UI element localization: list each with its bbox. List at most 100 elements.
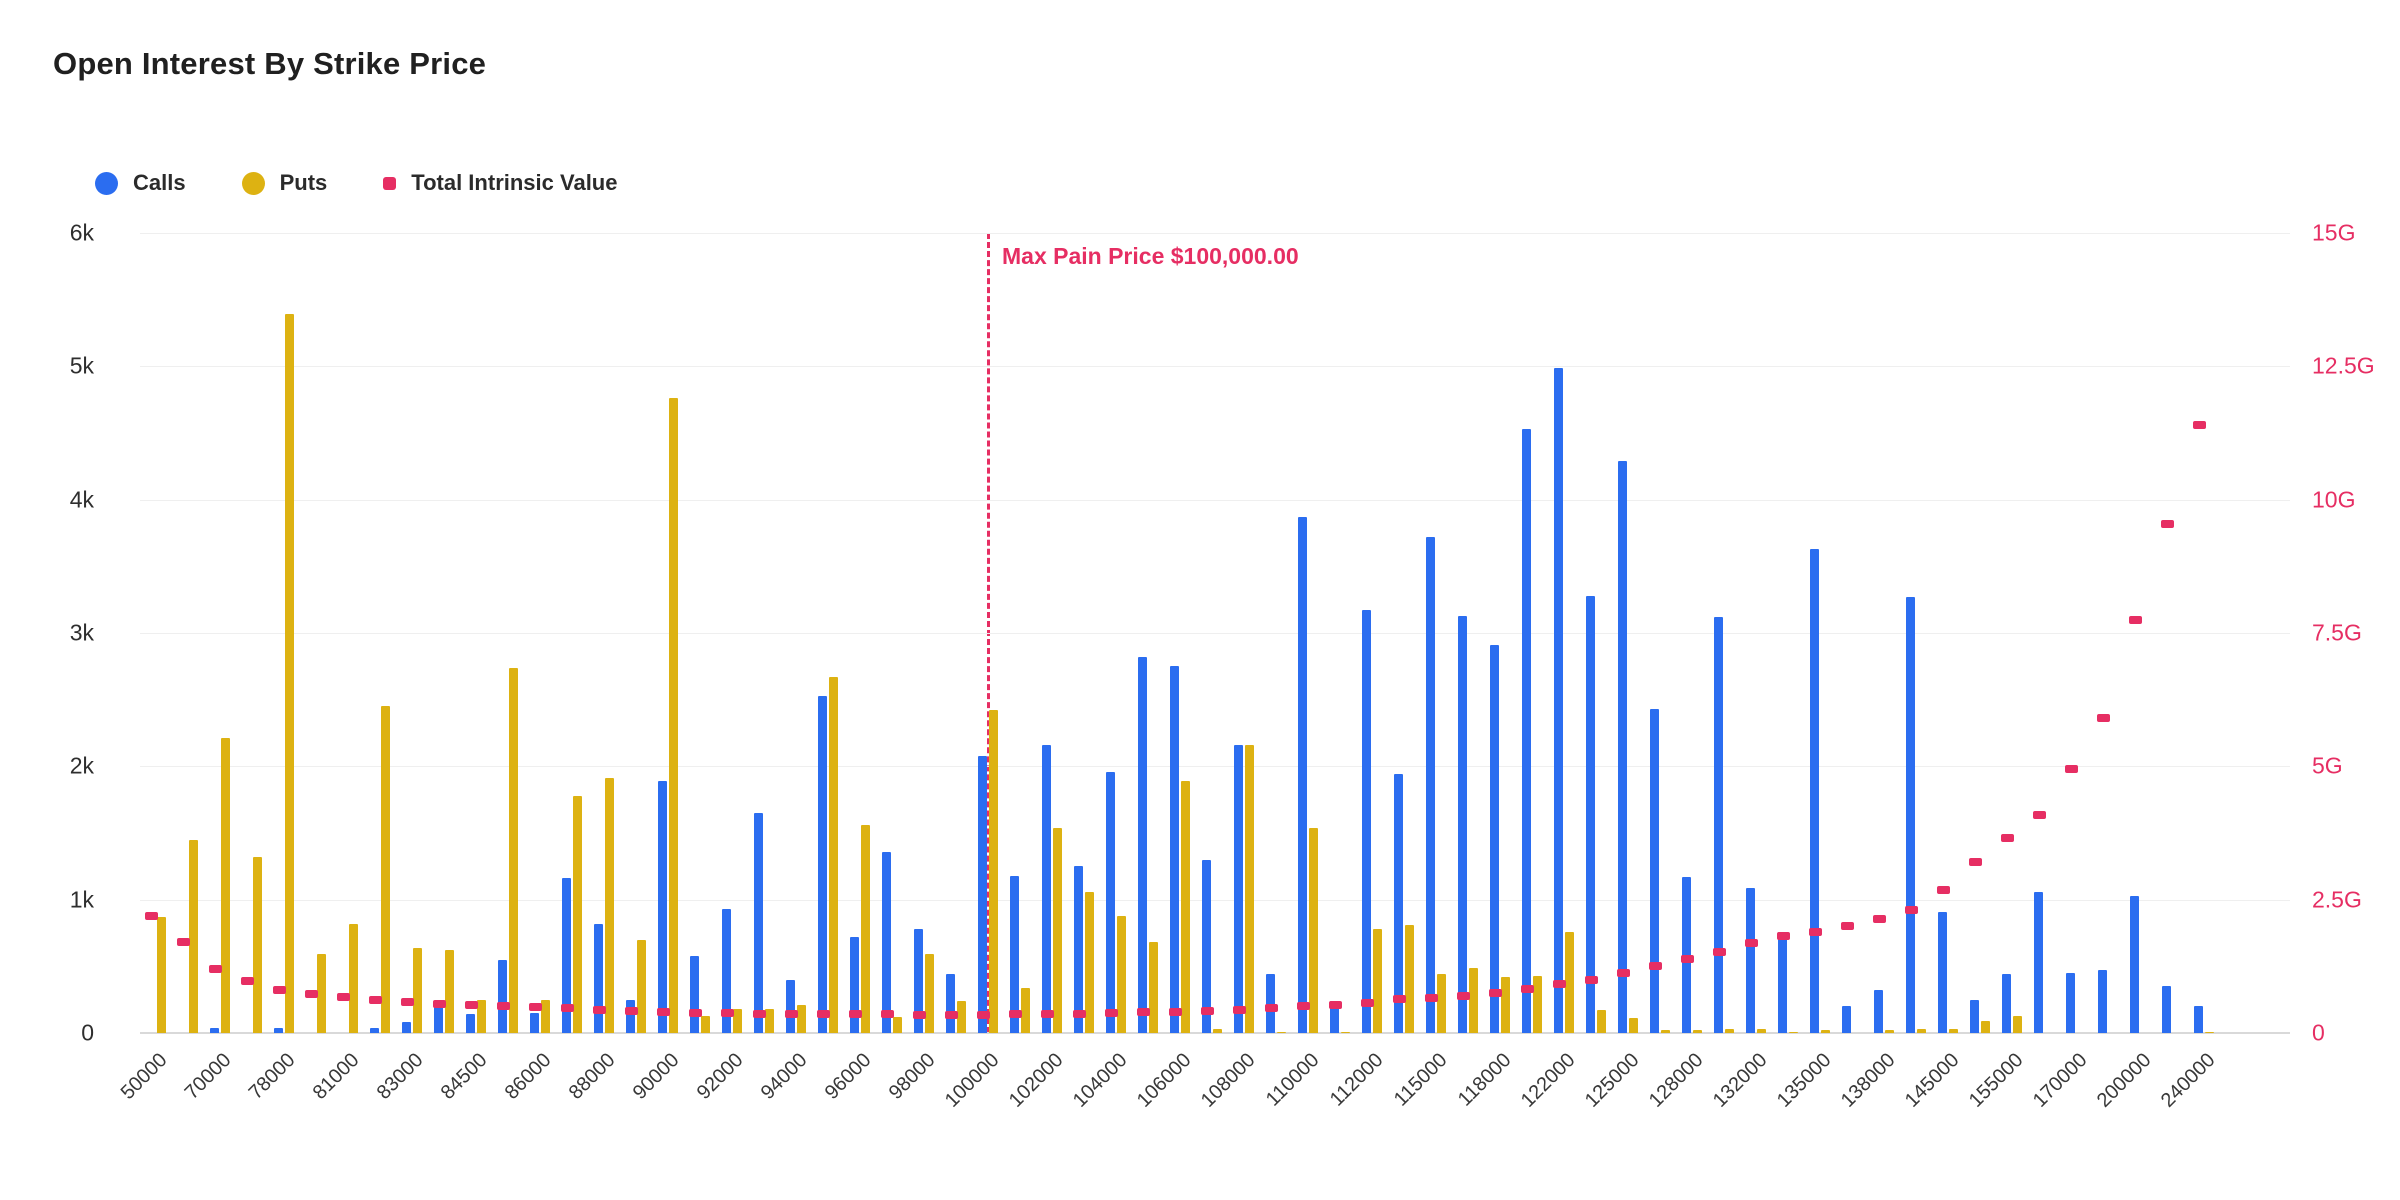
legend-item-intrinsic[interactable]: Total Intrinsic Value	[383, 170, 617, 196]
intrinsic-value-marker[interactable]	[305, 990, 318, 998]
intrinsic-value-marker[interactable]	[1809, 928, 1822, 936]
calls-bar[interactable]	[1074, 866, 1083, 1033]
puts-bar[interactable]	[1597, 1010, 1606, 1033]
puts-bar[interactable]	[1565, 932, 1574, 1033]
puts-bar[interactable]	[1053, 828, 1062, 1033]
calls-bar[interactable]	[1138, 657, 1147, 1033]
puts-bar[interactable]	[573, 796, 582, 1033]
calls-bar[interactable]	[1426, 537, 1435, 1033]
puts-bar[interactable]	[1917, 1029, 1926, 1033]
puts-bar[interactable]	[381, 706, 390, 1033]
intrinsic-value-marker[interactable]	[177, 938, 190, 946]
intrinsic-value-marker[interactable]	[785, 1010, 798, 1018]
intrinsic-value-marker[interactable]	[1521, 985, 1534, 993]
puts-bar[interactable]	[1693, 1030, 1702, 1033]
puts-bar[interactable]	[1885, 1030, 1894, 1033]
intrinsic-value-marker[interactable]	[1009, 1010, 1022, 1018]
calls-bar[interactable]	[2130, 896, 2139, 1033]
legend-item-calls[interactable]: Calls	[95, 170, 186, 196]
calls-bar[interactable]	[1874, 990, 1883, 1033]
intrinsic-value-marker[interactable]	[2033, 811, 2046, 819]
calls-bar[interactable]	[530, 1013, 539, 1033]
intrinsic-value-marker[interactable]	[1841, 922, 1854, 930]
puts-bar[interactable]	[509, 668, 518, 1033]
puts-bar[interactable]	[893, 1017, 902, 1033]
intrinsic-value-marker[interactable]	[1137, 1008, 1150, 1016]
puts-bar[interactable]	[1277, 1032, 1286, 1033]
puts-bar[interactable]	[1085, 892, 1094, 1033]
intrinsic-value-marker[interactable]	[1297, 1002, 1310, 1010]
intrinsic-value-marker[interactable]	[849, 1010, 862, 1018]
puts-bar[interactable]	[2205, 1032, 2214, 1033]
calls-bar[interactable]	[1362, 610, 1371, 1033]
calls-bar[interactable]	[274, 1028, 283, 1033]
intrinsic-value-marker[interactable]	[593, 1006, 606, 1014]
intrinsic-value-marker[interactable]	[1265, 1004, 1278, 1012]
calls-bar[interactable]	[2194, 1006, 2203, 1033]
calls-bar[interactable]	[1906, 597, 1915, 1033]
intrinsic-value-marker[interactable]	[2001, 834, 2014, 842]
intrinsic-value-marker[interactable]	[1681, 955, 1694, 963]
intrinsic-value-marker[interactable]	[945, 1011, 958, 1019]
calls-bar[interactable]	[1234, 745, 1243, 1033]
intrinsic-value-marker[interactable]	[1777, 932, 1790, 940]
puts-bar[interactable]	[701, 1016, 710, 1033]
calls-bar[interactable]	[626, 1000, 635, 1033]
calls-bar[interactable]	[1586, 596, 1595, 1033]
puts-bar[interactable]	[1021, 988, 1030, 1033]
calls-bar[interactable]	[978, 756, 987, 1033]
intrinsic-value-marker[interactable]	[337, 993, 350, 1001]
calls-bar[interactable]	[498, 960, 507, 1033]
intrinsic-value-marker[interactable]	[721, 1009, 734, 1017]
intrinsic-value-marker[interactable]	[145, 912, 158, 920]
puts-bar[interactable]	[189, 840, 198, 1033]
intrinsic-value-marker[interactable]	[497, 1002, 510, 1010]
intrinsic-value-marker[interactable]	[433, 1000, 446, 1008]
intrinsic-value-marker[interactable]	[1969, 858, 1982, 866]
calls-bar[interactable]	[1490, 645, 1499, 1033]
puts-bar[interactable]	[637, 940, 646, 1033]
calls-bar[interactable]	[210, 1028, 219, 1033]
calls-bar[interactable]	[2066, 973, 2075, 1033]
intrinsic-value-marker[interactable]	[529, 1003, 542, 1011]
puts-bar[interactable]	[1821, 1030, 1830, 1033]
puts-bar[interactable]	[1373, 929, 1382, 1033]
puts-bar[interactable]	[445, 950, 454, 1033]
calls-bar[interactable]	[1618, 461, 1627, 1033]
puts-bar[interactable]	[925, 954, 934, 1033]
calls-bar[interactable]	[1810, 549, 1819, 1033]
calls-bar[interactable]	[1554, 368, 1563, 1033]
calls-bar[interactable]	[1650, 709, 1659, 1033]
intrinsic-value-marker[interactable]	[369, 996, 382, 1004]
intrinsic-value-marker[interactable]	[1457, 992, 1470, 1000]
puts-bar[interactable]	[861, 825, 870, 1033]
calls-bar[interactable]	[1714, 617, 1723, 1033]
intrinsic-value-marker[interactable]	[625, 1007, 638, 1015]
calls-bar[interactable]	[1522, 429, 1531, 1033]
intrinsic-value-marker[interactable]	[2065, 765, 2078, 773]
puts-bar[interactable]	[1469, 968, 1478, 1033]
intrinsic-value-marker[interactable]	[241, 977, 254, 985]
puts-bar[interactable]	[477, 1000, 486, 1033]
puts-bar[interactable]	[1437, 974, 1446, 1033]
intrinsic-value-marker[interactable]	[209, 965, 222, 973]
calls-bar[interactable]	[2162, 986, 2171, 1033]
puts-bar[interactable]	[829, 677, 838, 1033]
calls-bar[interactable]	[658, 781, 667, 1033]
intrinsic-value-marker[interactable]	[2193, 421, 2206, 429]
puts-bar[interactable]	[1181, 781, 1190, 1033]
intrinsic-value-marker[interactable]	[1873, 915, 1886, 923]
puts-bar[interactable]	[669, 398, 678, 1033]
intrinsic-value-marker[interactable]	[2161, 520, 2174, 528]
intrinsic-value-marker[interactable]	[1649, 962, 1662, 970]
calls-bar[interactable]	[2002, 974, 2011, 1033]
intrinsic-value-marker[interactable]	[401, 998, 414, 1006]
puts-bar[interactable]	[157, 917, 166, 1033]
puts-bar[interactable]	[797, 1005, 806, 1033]
puts-bar[interactable]	[349, 924, 358, 1033]
puts-bar[interactable]	[253, 857, 262, 1033]
intrinsic-value-marker[interactable]	[1041, 1010, 1054, 1018]
puts-bar[interactable]	[317, 954, 326, 1033]
puts-bar[interactable]	[285, 314, 294, 1033]
intrinsic-value-marker[interactable]	[2097, 714, 2110, 722]
